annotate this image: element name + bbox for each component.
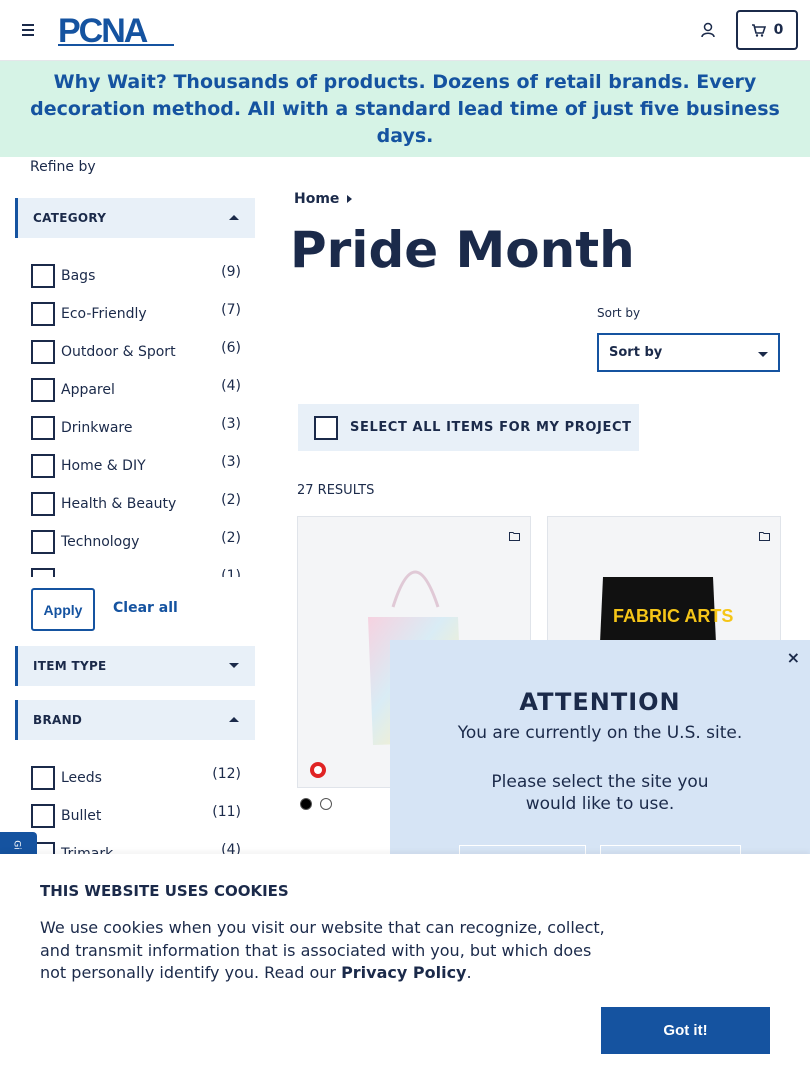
chevron-down-icon	[229, 663, 239, 668]
checkbox[interactable]	[31, 454, 55, 478]
checkbox[interactable]	[31, 264, 55, 288]
category-list: Bags (9) Eco-Friendly (7) Outdoor & Sport(…	[30, 257, 245, 577]
modal-title: ATTENTION	[519, 688, 681, 716]
checkbox[interactable]	[31, 804, 55, 828]
modal-line3: would like to use.	[525, 794, 675, 814]
checkbox[interactable]	[31, 416, 55, 440]
brand-list: Leeds (12) Bullet (11) Trimark (4)	[30, 759, 245, 859]
cart-count: 0	[773, 22, 784, 38]
modal-line2: Please select the site you	[491, 772, 709, 792]
apply-button[interactable]: Apply	[31, 588, 95, 631]
facet-item-eco-friendly[interactable]: Eco-Friendly (7)	[30, 295, 245, 333]
swatch-black[interactable]	[300, 798, 312, 810]
sort-label: Sort by	[597, 306, 641, 320]
checkbox[interactable]	[31, 340, 55, 364]
promo-text: Why Wait? Thousands of products. Dozens …	[30, 70, 780, 147]
svg-text:FABRIC ARTS: FABRIC ARTS	[613, 606, 733, 626]
select-all-checkbox[interactable]	[314, 415, 338, 440]
facet-item-home-diy[interactable]: Home & DIY (3)	[30, 447, 245, 485]
chevron-right-icon	[347, 195, 353, 203]
results-count: 27 RESULTS	[297, 483, 375, 498]
checkbox[interactable]	[31, 568, 55, 577]
got-it-button[interactable]: Got it!	[601, 1007, 770, 1054]
privacy-policy-link[interactable]: Privacy Policy	[341, 963, 466, 982]
facet-item-technology[interactable]: Technology (2)	[30, 523, 245, 561]
cart-icon	[751, 24, 766, 37]
cookie-banner: THIS WEBSITE USES COOKIES We use cookies…	[0, 854, 810, 1080]
color-swatches	[300, 798, 332, 810]
chevron-down-icon	[758, 352, 768, 357]
clear-all-link[interactable]: Clear all	[113, 600, 178, 616]
pcna-logo[interactable]: PCNA	[58, 12, 178, 48]
facet-item-more[interactable]: (1)	[30, 561, 245, 577]
facet-item-leeds[interactable]: Leeds (12)	[30, 759, 245, 797]
brand-facet-header[interactable]: BRAND	[15, 700, 255, 740]
category-facet-header[interactable]: CATEGORY	[15, 198, 255, 238]
item-type-facet-header[interactable]: ITEM TYPE	[15, 646, 255, 686]
checkbox[interactable]	[31, 492, 55, 516]
facet-item-apparel[interactable]: Apparel (4)	[30, 371, 245, 409]
cart-button[interactable]: 0	[736, 10, 798, 50]
facet-item-drinkware[interactable]: Drinkware (3)	[30, 409, 245, 447]
site-header: PCNA 0	[0, 0, 810, 61]
cookie-text: We use cookies when you visit our websit…	[40, 918, 605, 982]
swatch-white[interactable]	[320, 798, 332, 810]
facet-item-outdoor-sport[interactable]: Outdoor & Sport (6)	[30, 333, 245, 371]
checkbox[interactable]	[31, 766, 55, 790]
refine-by-label: Refine by	[30, 159, 96, 175]
page-title: Pride Month	[290, 221, 635, 279]
breadcrumb: Home	[294, 191, 353, 207]
sort-select[interactable]: Sort by	[597, 333, 780, 372]
checkbox[interactable]	[31, 378, 55, 402]
side-feedback-tab[interactable]: Gi	[0, 832, 37, 854]
account-icon[interactable]	[700, 22, 716, 38]
breadcrumb-home[interactable]: Home	[294, 191, 339, 207]
promo-banner: Why Wait? Thousands of products. Dozens …	[0, 61, 810, 157]
facet-item-bags[interactable]: Bags (9)	[30, 257, 245, 295]
select-all-items[interactable]: SELECT ALL ITEMS FOR MY PROJECT	[298, 404, 639, 451]
facet-item-health-beauty[interactable]: Health & Beauty (2)	[30, 485, 245, 523]
checkbox[interactable]	[31, 302, 55, 326]
chevron-up-icon	[229, 717, 239, 722]
modal-line1: You are currently on the U.S. site.	[457, 723, 743, 743]
checkbox[interactable]	[31, 530, 55, 554]
cookie-title: THIS WEBSITE USES COOKIES	[40, 882, 289, 900]
menu-icon[interactable]	[22, 24, 34, 36]
chevron-up-icon	[229, 215, 239, 220]
facet-item-bullet[interactable]: Bullet (11)	[30, 797, 245, 835]
svg-text:PCNA: PCNA	[58, 12, 148, 48]
close-icon[interactable]: ×	[787, 648, 800, 667]
